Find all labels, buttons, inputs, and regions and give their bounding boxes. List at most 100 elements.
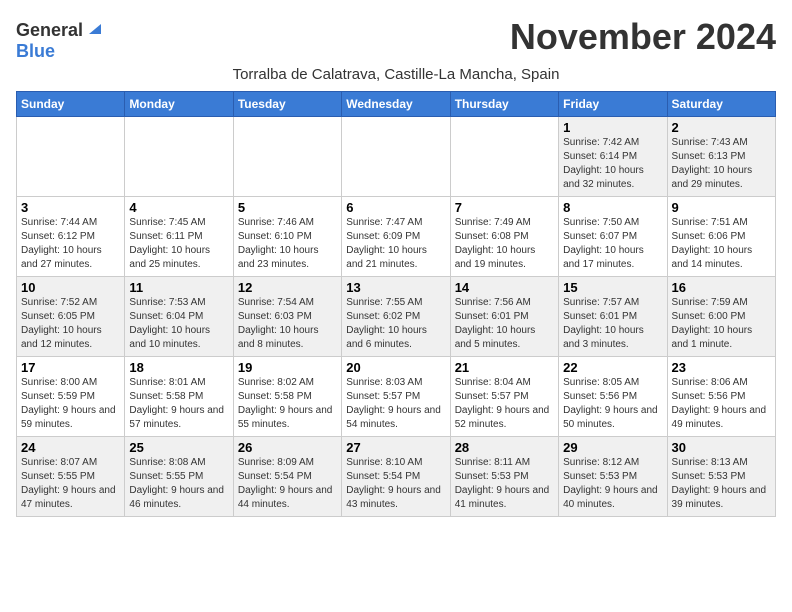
calendar-cell: 23Sunrise: 8:06 AM Sunset: 5:56 PM Dayli… — [667, 357, 775, 437]
calendar-cell — [233, 117, 341, 197]
day-number: 18 — [129, 360, 228, 375]
day-info: Sunrise: 7:44 AM Sunset: 6:12 PM Dayligh… — [21, 216, 120, 272]
day-number: 28 — [455, 440, 554, 455]
day-number: 13 — [346, 280, 445, 295]
calendar-cell: 28Sunrise: 8:11 AM Sunset: 5:53 PM Dayli… — [450, 437, 558, 517]
day-number: 30 — [672, 440, 771, 455]
calendar-cell: 3Sunrise: 7:44 AM Sunset: 6:12 PM Daylig… — [17, 197, 125, 277]
day-info: Sunrise: 7:46 AM Sunset: 6:10 PM Dayligh… — [238, 216, 337, 272]
day-number: 24 — [21, 440, 120, 455]
calendar-week-5: 24Sunrise: 8:07 AM Sunset: 5:55 PM Dayli… — [17, 437, 776, 517]
day-info: Sunrise: 8:09 AM Sunset: 5:54 PM Dayligh… — [238, 456, 337, 512]
calendar-cell: 9Sunrise: 7:51 AM Sunset: 6:06 PM Daylig… — [667, 197, 775, 277]
day-info: Sunrise: 8:01 AM Sunset: 5:58 PM Dayligh… — [129, 376, 228, 432]
calendar-cell: 26Sunrise: 8:09 AM Sunset: 5:54 PM Dayli… — [233, 437, 341, 517]
day-number: 3 — [21, 200, 120, 215]
calendar-cell: 29Sunrise: 8:12 AM Sunset: 5:53 PM Dayli… — [559, 437, 667, 517]
day-number: 14 — [455, 280, 554, 295]
dow-header-monday: Monday — [125, 92, 233, 117]
page-header: General Blue November 2024 — [16, 16, 776, 62]
day-number: 21 — [455, 360, 554, 375]
calendar-cell: 18Sunrise: 8:01 AM Sunset: 5:58 PM Dayli… — [125, 357, 233, 437]
calendar-cell: 12Sunrise: 7:54 AM Sunset: 6:03 PM Dayli… — [233, 277, 341, 357]
calendar-cell: 4Sunrise: 7:45 AM Sunset: 6:11 PM Daylig… — [125, 197, 233, 277]
day-info: Sunrise: 7:47 AM Sunset: 6:09 PM Dayligh… — [346, 216, 445, 272]
day-number: 15 — [563, 280, 662, 295]
day-number: 17 — [21, 360, 120, 375]
days-of-week-row: SundayMondayTuesdayWednesdayThursdayFrid… — [17, 92, 776, 117]
calendar-cell: 5Sunrise: 7:46 AM Sunset: 6:10 PM Daylig… — [233, 197, 341, 277]
calendar-cell: 20Sunrise: 8:03 AM Sunset: 5:57 PM Dayli… — [342, 357, 450, 437]
day-number: 1 — [563, 120, 662, 135]
day-number: 6 — [346, 200, 445, 215]
day-number: 23 — [672, 360, 771, 375]
day-info: Sunrise: 8:12 AM Sunset: 5:53 PM Dayligh… — [563, 456, 662, 512]
day-number: 5 — [238, 200, 337, 215]
day-info: Sunrise: 8:08 AM Sunset: 5:55 PM Dayligh… — [129, 456, 228, 512]
calendar-cell: 10Sunrise: 7:52 AM Sunset: 6:05 PM Dayli… — [17, 277, 125, 357]
day-info: Sunrise: 8:05 AM Sunset: 5:56 PM Dayligh… — [563, 376, 662, 432]
dow-header-friday: Friday — [559, 92, 667, 117]
calendar-cell: 14Sunrise: 7:56 AM Sunset: 6:01 PM Dayli… — [450, 277, 558, 357]
calendar-cell: 11Sunrise: 7:53 AM Sunset: 6:04 PM Dayli… — [125, 277, 233, 357]
day-info: Sunrise: 7:52 AM Sunset: 6:05 PM Dayligh… — [21, 296, 120, 352]
day-info: Sunrise: 8:11 AM Sunset: 5:53 PM Dayligh… — [455, 456, 554, 512]
day-info: Sunrise: 8:04 AM Sunset: 5:57 PM Dayligh… — [455, 376, 554, 432]
day-number: 16 — [672, 280, 771, 295]
dow-header-thursday: Thursday — [450, 92, 558, 117]
logo-blue-text: Blue — [16, 41, 55, 61]
calendar-week-2: 3Sunrise: 7:44 AM Sunset: 6:12 PM Daylig… — [17, 197, 776, 277]
calendar-cell: 27Sunrise: 8:10 AM Sunset: 5:54 PM Dayli… — [342, 437, 450, 517]
day-number: 26 — [238, 440, 337, 455]
day-number: 9 — [672, 200, 771, 215]
day-number: 7 — [455, 200, 554, 215]
day-info: Sunrise: 7:53 AM Sunset: 6:04 PM Dayligh… — [129, 296, 228, 352]
day-number: 10 — [21, 280, 120, 295]
calendar-body: 1Sunrise: 7:42 AM Sunset: 6:14 PM Daylig… — [17, 117, 776, 517]
calendar-week-1: 1Sunrise: 7:42 AM Sunset: 6:14 PM Daylig… — [17, 117, 776, 197]
day-number: 20 — [346, 360, 445, 375]
calendar-cell: 22Sunrise: 8:05 AM Sunset: 5:56 PM Dayli… — [559, 357, 667, 437]
day-number: 19 — [238, 360, 337, 375]
day-number: 8 — [563, 200, 662, 215]
calendar-cell: 17Sunrise: 8:00 AM Sunset: 5:59 PM Dayli… — [17, 357, 125, 437]
day-info: Sunrise: 7:56 AM Sunset: 6:01 PM Dayligh… — [455, 296, 554, 352]
day-info: Sunrise: 7:43 AM Sunset: 6:13 PM Dayligh… — [672, 136, 771, 192]
calendar-cell: 6Sunrise: 7:47 AM Sunset: 6:09 PM Daylig… — [342, 197, 450, 277]
calendar-cell: 7Sunrise: 7:49 AM Sunset: 6:08 PM Daylig… — [450, 197, 558, 277]
calendar-cell — [17, 117, 125, 197]
day-number: 25 — [129, 440, 228, 455]
day-info: Sunrise: 8:06 AM Sunset: 5:56 PM Dayligh… — [672, 376, 771, 432]
calendar-cell: 15Sunrise: 7:57 AM Sunset: 6:01 PM Dayli… — [559, 277, 667, 357]
day-info: Sunrise: 8:02 AM Sunset: 5:58 PM Dayligh… — [238, 376, 337, 432]
logo-general-text: General — [16, 20, 83, 41]
logo-triangle-icon — [85, 20, 101, 36]
calendar-table: SundayMondayTuesdayWednesdayThursdayFrid… — [16, 91, 776, 517]
dow-header-saturday: Saturday — [667, 92, 775, 117]
calendar-cell: 16Sunrise: 7:59 AM Sunset: 6:00 PM Dayli… — [667, 277, 775, 357]
day-number: 27 — [346, 440, 445, 455]
calendar-cell — [125, 117, 233, 197]
day-info: Sunrise: 7:49 AM Sunset: 6:08 PM Dayligh… — [455, 216, 554, 272]
day-number: 12 — [238, 280, 337, 295]
calendar-week-4: 17Sunrise: 8:00 AM Sunset: 5:59 PM Dayli… — [17, 357, 776, 437]
day-info: Sunrise: 8:03 AM Sunset: 5:57 PM Dayligh… — [346, 376, 445, 432]
calendar-cell: 30Sunrise: 8:13 AM Sunset: 5:53 PM Dayli… — [667, 437, 775, 517]
dow-header-tuesday: Tuesday — [233, 92, 341, 117]
day-info: Sunrise: 7:59 AM Sunset: 6:00 PM Dayligh… — [672, 296, 771, 352]
dow-header-sunday: Sunday — [17, 92, 125, 117]
day-number: 22 — [563, 360, 662, 375]
day-number: 4 — [129, 200, 228, 215]
day-info: Sunrise: 7:42 AM Sunset: 6:14 PM Dayligh… — [563, 136, 662, 192]
day-info: Sunrise: 8:00 AM Sunset: 5:59 PM Dayligh… — [21, 376, 120, 432]
calendar-cell: 19Sunrise: 8:02 AM Sunset: 5:58 PM Dayli… — [233, 357, 341, 437]
calendar-cell: 13Sunrise: 7:55 AM Sunset: 6:02 PM Dayli… — [342, 277, 450, 357]
dow-header-wednesday: Wednesday — [342, 92, 450, 117]
calendar-cell — [450, 117, 558, 197]
day-info: Sunrise: 8:13 AM Sunset: 5:53 PM Dayligh… — [672, 456, 771, 512]
calendar-cell: 8Sunrise: 7:50 AM Sunset: 6:07 PM Daylig… — [559, 197, 667, 277]
day-number: 11 — [129, 280, 228, 295]
day-info: Sunrise: 7:50 AM Sunset: 6:07 PM Dayligh… — [563, 216, 662, 272]
subtitle: Torralba de Calatrava, Castille-La Manch… — [16, 66, 776, 83]
calendar-cell: 21Sunrise: 8:04 AM Sunset: 5:57 PM Dayli… — [450, 357, 558, 437]
